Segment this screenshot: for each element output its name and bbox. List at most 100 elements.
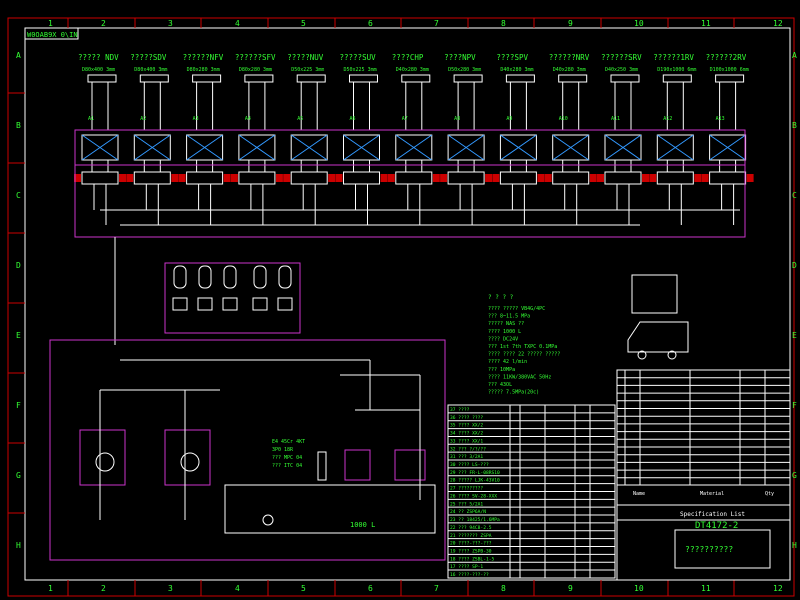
valve-icon bbox=[197, 297, 213, 311]
row-label: H bbox=[792, 541, 797, 550]
column-label: 10 bbox=[634, 19, 644, 28]
directional-valve-icon bbox=[343, 171, 380, 185]
note-line: ???? ????? VB4G/4PC bbox=[488, 306, 545, 312]
table-row: 35 ???? XX/2 bbox=[450, 423, 483, 429]
column-label: 5 bbox=[301, 19, 306, 28]
directional-valve-icon bbox=[133, 171, 171, 185]
column-markers: 112233445566778899101011111212 bbox=[48, 18, 783, 596]
table-row: 20 ????-???-??? bbox=[450, 541, 492, 547]
column-label: 6 bbox=[368, 584, 373, 593]
note-line: ??? 8~11.5 MPa bbox=[488, 314, 530, 320]
pressure-line bbox=[100, 209, 740, 345]
column-label: 11 bbox=[701, 584, 711, 593]
cylinder-icon bbox=[244, 74, 274, 83]
check-valve-icon bbox=[290, 134, 328, 161]
table-row: 17 ???? SP-1 bbox=[450, 564, 483, 570]
solenoid-icon bbox=[230, 174, 238, 182]
cylinder-size: D40x280 3mm bbox=[500, 67, 533, 73]
cylinder-size: D80x400 3mm bbox=[82, 67, 115, 73]
cylinder-size: D100x1000 6mm bbox=[710, 67, 749, 73]
cylinder-icon bbox=[610, 74, 640, 83]
table-row: 37 ???? bbox=[450, 407, 470, 413]
solenoid-icon bbox=[335, 174, 343, 182]
cylinder-tag: A8 bbox=[454, 116, 460, 122]
hose-line bbox=[509, 82, 527, 130]
cylinder-label: ??????SFV bbox=[235, 53, 276, 62]
pipe-line bbox=[91, 160, 109, 225]
directional-valve-icon bbox=[290, 171, 328, 185]
corner-label: W0OAB9X 0\IN bbox=[27, 31, 78, 39]
cylinder-label: ????CHP bbox=[392, 53, 424, 62]
accumulator-icon bbox=[278, 265, 292, 289]
table-row: 21 ??????? ZSPA bbox=[450, 533, 492, 539]
column-label: 1 bbox=[48, 19, 53, 28]
check-valve-icon bbox=[604, 134, 642, 161]
drawing-title: ?????????? bbox=[685, 545, 733, 554]
cylinder-label: ??????SRV bbox=[601, 53, 642, 62]
row-label: C bbox=[792, 191, 797, 200]
row-label: E bbox=[792, 331, 797, 340]
row-label: D bbox=[16, 261, 21, 270]
row-label: D bbox=[792, 261, 797, 270]
solenoid-icon bbox=[432, 174, 440, 182]
column-label: 12 bbox=[773, 584, 783, 593]
cylinder-size: D40x280 3mm bbox=[553, 67, 586, 73]
solenoid-icon bbox=[119, 174, 126, 182]
actuator-unit: ?????SUV D50x225 3mm A6 bbox=[335, 53, 388, 225]
column-label: 11 bbox=[701, 19, 711, 28]
cylinder-tag: A11 bbox=[611, 116, 620, 122]
qty-header: Qty bbox=[765, 491, 774, 497]
valve-icon bbox=[252, 297, 268, 311]
hose-line bbox=[614, 82, 632, 130]
cylinder-label: ??????1RV bbox=[653, 53, 694, 62]
solenoid-icon bbox=[126, 174, 134, 182]
actuator-unit: ????? NDV D80x400 3mm A1 bbox=[74, 53, 126, 225]
check-valve-icon bbox=[447, 134, 485, 161]
table-row: 28 ????? LJK-43V10 bbox=[450, 478, 500, 484]
actuator-unit: ?????NUV D50x225 3mm A5 bbox=[283, 53, 336, 225]
row-label: B bbox=[792, 121, 797, 130]
accumulator-icon bbox=[253, 265, 267, 289]
row-markers: A A B B C C D D E E F F G G H H bbox=[8, 51, 797, 550]
column-label: 7 bbox=[434, 584, 439, 593]
solenoid-icon bbox=[544, 174, 552, 182]
column-label: 10 bbox=[634, 584, 644, 593]
column-label: 3 bbox=[168, 19, 173, 28]
cylinder-size: D50x280 3mm bbox=[448, 67, 481, 73]
directional-valve-icon bbox=[604, 171, 642, 185]
solenoid-icon bbox=[283, 174, 291, 182]
valve-icon bbox=[172, 297, 188, 311]
note-line: ???? 11KW/380VAC 50Hz bbox=[488, 374, 551, 380]
note-line: ???? 42 l/min bbox=[488, 359, 527, 365]
actuator-unit: ?????SDV D80x400 3mm A2 bbox=[126, 53, 179, 225]
hose-line bbox=[300, 82, 318, 130]
hose-line bbox=[353, 82, 370, 130]
note-line: ??? 43OL bbox=[488, 382, 512, 388]
pipe-line bbox=[719, 160, 737, 225]
row-label: F bbox=[16, 401, 21, 410]
accumulator-icon bbox=[173, 265, 187, 289]
cylinder-tag: A6 bbox=[350, 116, 356, 122]
note-line: ????? 7.5MPa(20c) bbox=[488, 390, 539, 396]
cylinder-label: ?????NUV bbox=[287, 53, 324, 62]
cylinder-icon bbox=[505, 74, 535, 83]
actuator-unit: ??????NRV D40x280 3mm A10 bbox=[544, 53, 597, 225]
cylinder-icon bbox=[715, 74, 745, 83]
check-valve-icon bbox=[395, 134, 433, 161]
notes-heading: ? ? ? ? bbox=[488, 294, 514, 301]
table-row: 33 ???? XX/1 bbox=[450, 438, 483, 444]
technical-notes: ? ? ? ? ???? ????? VB4G/4PC ??? 8~11.5 MPa… bbox=[488, 294, 560, 396]
row-label: E bbox=[16, 331, 21, 340]
note-line: ???? 1000 L bbox=[488, 329, 521, 335]
cylinder-label: ????NPV bbox=[444, 53, 476, 62]
cylinder-tag: A10 bbox=[559, 116, 568, 122]
row-label: G bbox=[16, 471, 21, 480]
solenoid-icon bbox=[649, 174, 657, 182]
title-block: Name Material Qty Specification List DT4… bbox=[616, 369, 791, 581]
pipe-line bbox=[143, 160, 161, 225]
table-row: 34 ???? XX/2 bbox=[450, 431, 483, 437]
table-row: 16 ????-???-?? bbox=[450, 572, 489, 578]
check-valve-icon bbox=[186, 134, 223, 161]
column-label: 2 bbox=[101, 19, 106, 28]
row-label: A bbox=[792, 51, 797, 60]
